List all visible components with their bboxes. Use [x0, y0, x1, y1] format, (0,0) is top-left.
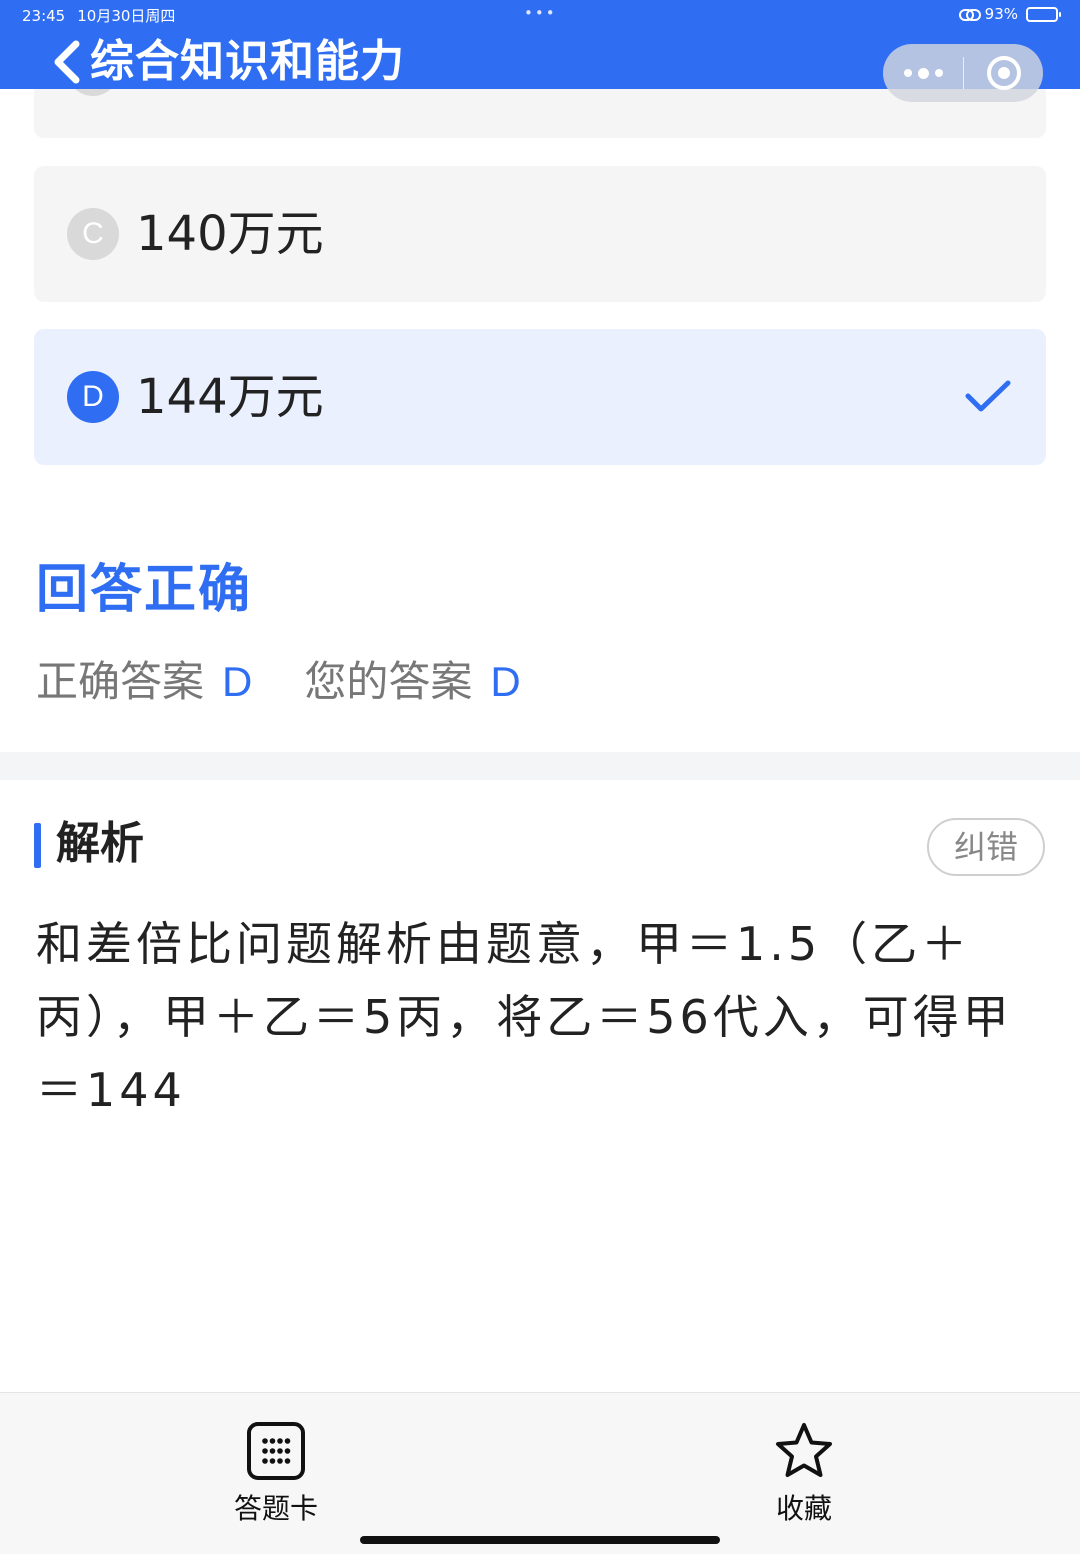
status-time-date: 23:45 10月30日周四: [22, 6, 175, 26]
correct-answer-label: 正确答案: [36, 657, 205, 706]
section-divider: [0, 752, 1080, 780]
more-dot-icon: [934, 69, 943, 77]
battery-percent: 93%: [984, 5, 1018, 23]
option-text: 144万元: [136, 369, 324, 425]
multitask-dots[interactable]: •••: [524, 4, 557, 22]
option-c[interactable]: C 140万元: [34, 166, 1046, 302]
option-text: 140万元: [136, 206, 324, 262]
your-answer-value: D: [490, 658, 521, 705]
answer-card-button[interactable]: 答题卡: [196, 1421, 356, 1527]
back-arrow-icon[interactable]: [48, 38, 84, 86]
analysis-text: 和差倍比问题解析由题意，甲＝1.5（乙＋丙），甲＋乙＝5丙，将乙＝56代入，可得…: [36, 917, 1013, 1117]
battery-icon: [1026, 6, 1061, 22]
status-right: 93%: [958, 5, 1061, 23]
correct-answer-value: D: [222, 658, 253, 705]
check-icon: [965, 380, 1011, 412]
bottom-toolbar: 答题卡 收藏: [0, 1392, 1080, 1554]
app-header: 23:45 10月30日周四 ••• 93% 综合知识和能力: [0, 0, 1080, 102]
target-circle-icon: [986, 56, 1021, 90]
status-date: 10月30日周四: [77, 7, 176, 25]
home-indicator: [360, 1536, 720, 1544]
answer-card-label: 答题卡: [233, 1492, 318, 1525]
star-icon: [776, 1423, 832, 1477]
result-title: 回答正确: [36, 560, 253, 620]
analysis-title: 解析: [56, 818, 144, 869]
grid-icon: [247, 1422, 305, 1480]
page-title: 综合知识和能力: [90, 36, 405, 87]
report-error-button[interactable]: 纠错: [927, 818, 1045, 876]
favorite-label: 收藏: [775, 1492, 832, 1525]
mini-program-capsule: [883, 44, 1043, 102]
favorite-button[interactable]: 收藏: [724, 1421, 884, 1527]
more-dot-icon: [917, 67, 929, 79]
link-icon: [958, 8, 981, 21]
your-answer-label: 您的答案: [304, 657, 473, 706]
more-dot-icon: [903, 69, 912, 77]
section-marker: [34, 823, 41, 868]
close-mini-program-button[interactable]: [964, 44, 1043, 102]
more-menu-button[interactable]: [883, 44, 963, 102]
status-time: 23:45: [22, 7, 66, 25]
option-letter: D: [67, 371, 119, 423]
option-letter: C: [67, 208, 119, 260]
answer-row: 正确答案 D 您的答案 D: [36, 652, 521, 712]
option-d[interactable]: D 144万元: [34, 329, 1046, 465]
